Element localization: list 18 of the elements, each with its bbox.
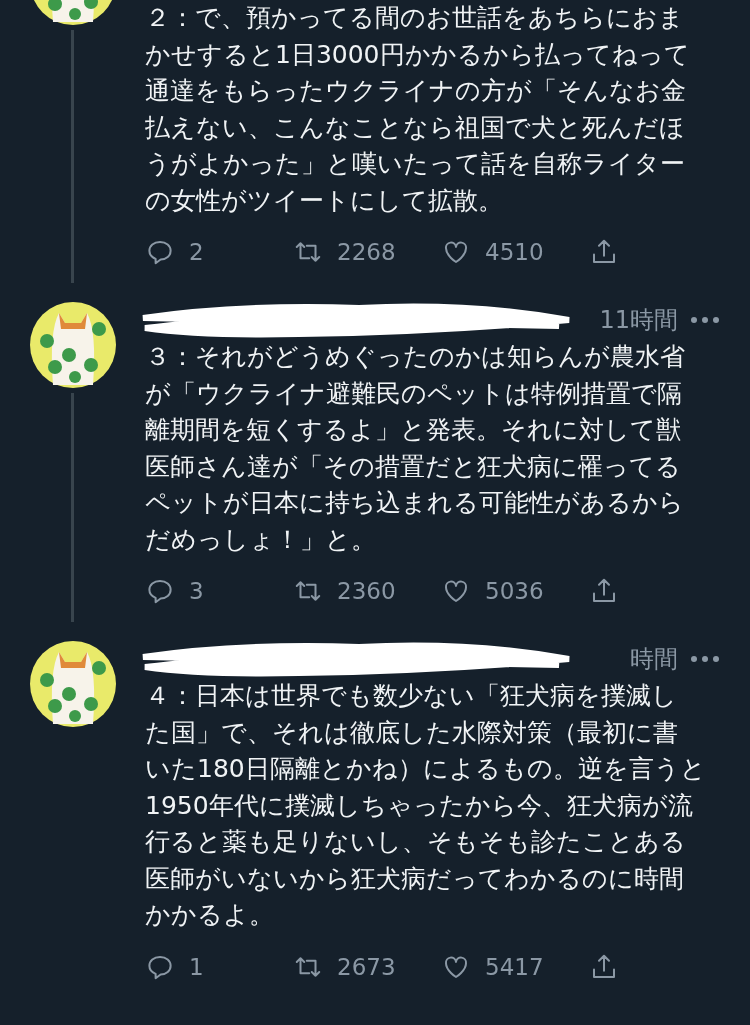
- tweet-time: 時間: [630, 644, 678, 675]
- avatar[interactable]: [28, 301, 117, 389]
- tweet-time: 11時間: [599, 305, 678, 336]
- tweet-text: ４：日本は世界でも数少ない「狂犬病を撲滅し た国」で、それは徹底した水際対策（最初に書 いた180日隔離とかね）によるもの。逆を言うと 1950年代に撲滅しちゃったから今、狂犬病が流 行ると薬も足りないし、そもそも診たことある 医師がいないから狂犬病だってわかるのに時間 かかるよ。: [145, 680, 707, 931]
- more-icon[interactable]: [690, 316, 720, 324]
- reply-count: 2: [189, 239, 204, 265]
- like-count: 4510: [485, 239, 544, 265]
- tweet-text: ２：で、預かってる間のお世話をあちらにおま かせすると1日3000円かかるから払ってねって 通達をもらったウクライナの方が「そんなお金 払えない、こんなことなら祖国で犬と死んだほ うがよかった」と嘆いたって話を自称ライター の女性がツイートにして拡散。: [145, 2, 691, 217]
- retweet-count: 2268: [337, 239, 396, 265]
- like-count: 5417: [485, 953, 544, 980]
- more-icon[interactable]: [690, 655, 720, 663]
- reply-count: 1: [189, 953, 204, 980]
- avatar[interactable]: [28, 640, 117, 728]
- like-count: 5036: [485, 578, 544, 604]
- retweet-count: 2360: [337, 578, 396, 604]
- tweet-text: ３：それがどうめぐったのかは知らんが農水省 が「ウクライナ避難民のペットは特例措置で隔 離期間を短くするよ」と発表。それに対して獣 医師さん達が「その措置だと狂犬病に罹ってる ペットが日本に持ち込まれる可能性があるから だめっしょ！」と。: [145, 341, 686, 556]
- reply-count: 3: [189, 578, 204, 604]
- retweet-count: 2673: [337, 953, 396, 980]
